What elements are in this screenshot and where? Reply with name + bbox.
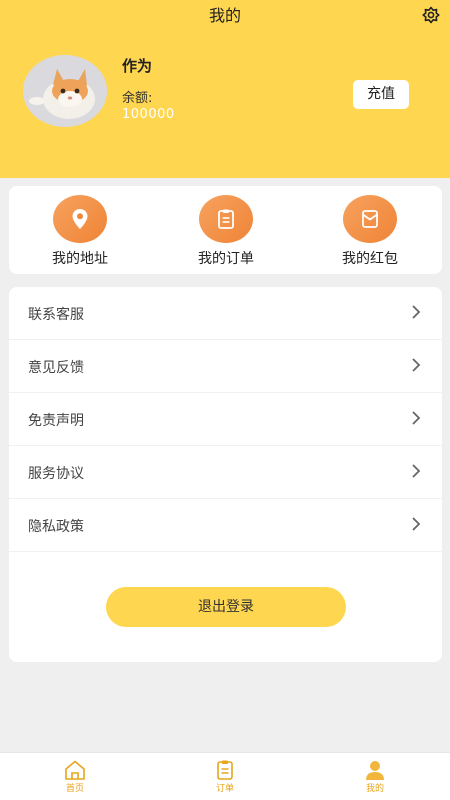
user-name: 作为: [122, 57, 153, 75]
tab-label: 订单: [215, 784, 234, 794]
menu-item-label: 意见反馈: [28, 360, 84, 376]
settings-icon[interactable]: [421, 5, 441, 25]
recharge-button[interactable]: 充值: [353, 80, 409, 109]
quick-action-label: 我的地址: [52, 251, 108, 267]
home-icon: [65, 760, 85, 780]
balance-label: 余额:: [122, 91, 153, 106]
cat-avatar-image: [23, 55, 107, 127]
page-title: 我的: [208, 6, 241, 25]
menu-item-label: 联系客服: [28, 307, 84, 323]
user-icon: [366, 761, 384, 780]
my-red-envelope-button[interactable]: 我的红包: [320, 195, 420, 268]
logout-button[interactable]: 退出登录: [106, 587, 346, 627]
profile-header: 我的 作为 余额: 100000 充值: [0, 0, 450, 178]
menu-item-label: 隐私政策: [28, 519, 84, 535]
tab-mine[interactable]: 我的: [345, 759, 405, 795]
balance-value: 100000: [122, 107, 175, 122]
my-address-button[interactable]: 我的地址: [30, 195, 130, 268]
menu-item-disclaimer[interactable]: 免责声明: [9, 393, 442, 446]
my-orders-button[interactable]: 我的订单: [176, 195, 276, 268]
menu-item-feedback[interactable]: 意见反馈: [9, 340, 442, 393]
menu-item-privacy-policy[interactable]: 隐私政策: [9, 499, 442, 552]
avatar[interactable]: [23, 55, 107, 127]
bottom-tab-bar: 首页 订单 我的: [0, 752, 450, 800]
quick-action-label: 我的红包: [342, 251, 398, 267]
order-list-icon: [199, 195, 253, 243]
quick-actions-card: 我的地址 我的订单 我的红包: [9, 186, 442, 274]
menu-item-label: 免责声明: [28, 413, 84, 429]
menu-item-service-agreement[interactable]: 服务协议: [9, 446, 442, 499]
chevron-right-icon: [412, 464, 421, 478]
chevron-right-icon: [412, 517, 421, 531]
order-icon: [217, 760, 233, 780]
red-envelope-icon: [343, 195, 397, 243]
location-pin-icon: [53, 195, 107, 243]
tab-label: 首页: [65, 784, 84, 794]
tab-home[interactable]: 首页: [45, 759, 105, 795]
tab-orders[interactable]: 订单: [195, 759, 255, 795]
tab-label: 我的: [365, 784, 384, 794]
menu-item-customer-service[interactable]: 联系客服: [9, 287, 442, 340]
chevron-right-icon: [412, 305, 421, 319]
chevron-right-icon: [412, 411, 421, 425]
chevron-right-icon: [412, 358, 421, 372]
quick-action-label: 我的订单: [198, 251, 254, 267]
menu-item-label: 服务协议: [28, 466, 84, 482]
